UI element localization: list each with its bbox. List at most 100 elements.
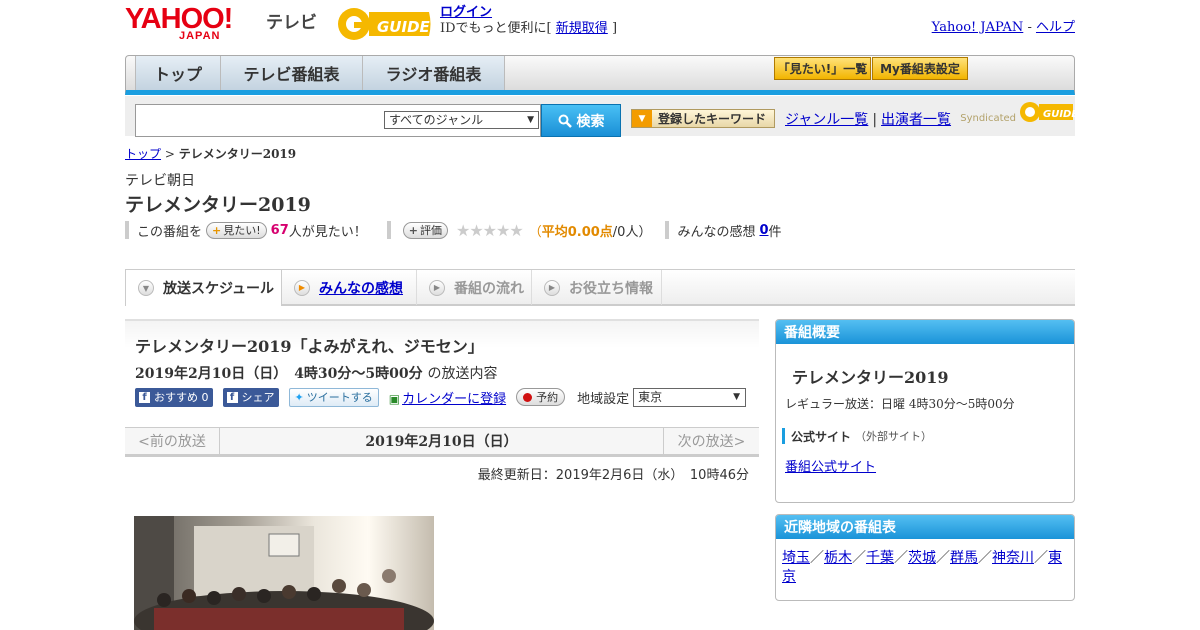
header: YAHOO! JAPAN テレビ GUIDE ログイン IDでもっと便利に[ 新… xyxy=(125,0,1075,50)
tab-schedule[interactable]: ▼ 放送スケジュール xyxy=(125,269,282,306)
facebook-icon: f xyxy=(226,391,238,403)
region-link-chiba[interactable]: 千葉 xyxy=(866,550,894,566)
nav-tab-radio-schedule[interactable]: ラジオ番組表 xyxy=(363,56,505,90)
next-broadcast-button[interactable]: 次の放送> xyxy=(663,428,759,454)
page-title: テレメンタリー2019 xyxy=(125,194,311,216)
search-links: ジャンル一覧 | 出演者一覧 xyxy=(785,109,951,129)
want-suffix: 人が見たい！ xyxy=(288,224,367,240)
official-site-heading: 公式サイト （外部サイト） xyxy=(782,428,932,444)
search-bar: すべてのジャンル ▼ 検索 ▼ 登録したキーワード ジャンル一覧 | 出演者一覧 S… xyxy=(125,96,1075,137)
official-site-link[interactable]: 番組公式サイト xyxy=(785,456,876,475)
tweet-label: ツイートする xyxy=(306,391,373,404)
region-separator: ／ xyxy=(1034,550,1048,566)
prev-broadcast-button[interactable]: <前の放送 xyxy=(125,428,220,454)
svg-text:GUIDE: GUIDE xyxy=(1043,109,1075,120)
region-link-saitama[interactable]: 埼玉 xyxy=(782,550,810,566)
chevron-right-icon: ▶ xyxy=(294,279,310,296)
want-to-watch-button[interactable]: + 見たい! xyxy=(206,221,267,239)
review-count-link[interactable]: 0 xyxy=(759,223,768,238)
tweet-button[interactable]: ✦ ツイートする xyxy=(288,387,379,407)
region-link-gunma[interactable]: 群馬 xyxy=(950,550,978,566)
login-box: ログイン IDでもっと便利に[ 新規取得 ] xyxy=(440,5,617,37)
avg-open: （ xyxy=(528,224,542,240)
episode-datetime-suffix: の放送内容 xyxy=(427,366,498,382)
avg-people: /0人） xyxy=(612,224,652,240)
broadcast-date-nav: <前の放送 2019年2月10日（日） 次の放送> xyxy=(125,427,759,457)
divider xyxy=(386,221,391,239)
current-broadcast-date: 2019年2月10日（日） xyxy=(365,434,518,450)
episode-photo xyxy=(134,516,434,630)
help-link[interactable]: ヘルプ xyxy=(1036,20,1075,35)
genre-select[interactable]: すべてのジャンル ▼ xyxy=(384,111,539,129)
facebook-share-button[interactable]: f シェア xyxy=(222,387,279,407)
chevron-right-icon: ▶ xyxy=(429,279,445,296)
yahoo-japan-logo[interactable]: YAHOO! JAPAN xyxy=(125,5,233,43)
gguide-logo-icon[interactable]: GUIDE xyxy=(335,6,433,42)
performer-list-link[interactable]: 出演者一覧 xyxy=(881,112,951,128)
nearby-regions-panel: 近隣地域の番組表 埼玉／栃木／千葉／茨城／群馬／神奈川／東京 xyxy=(775,514,1075,601)
search-icon xyxy=(558,114,572,128)
breadcrumb: トップ > テレメンタリー2019 xyxy=(125,145,296,162)
tab-program-flow[interactable]: ▶ 番組の流れ xyxy=(417,270,532,305)
login-prompt: IDでもっと便利に[ xyxy=(440,21,552,36)
region-link-ibaraki[interactable]: 茨城 xyxy=(908,550,936,566)
facebook-recommend-button[interactable]: f おすすめ 0 xyxy=(135,387,213,407)
nav-tab-top[interactable]: トップ xyxy=(135,56,221,90)
program-tabs: ▼ 放送スケジュール ▶ みんなの感想 ▶ 番組の流れ ▶ お役立ち情報 xyxy=(125,269,1075,306)
tab-label: お役立ち情報 xyxy=(569,280,653,297)
region-link-kanagawa[interactable]: 神奈川 xyxy=(992,550,1034,566)
rate-button-label: 評価 xyxy=(419,224,442,237)
plus-icon: + xyxy=(408,223,418,237)
divider xyxy=(125,221,129,239)
facebook-icon: f xyxy=(139,391,150,403)
link-separator: | xyxy=(872,112,878,128)
want-count: 67 xyxy=(270,222,289,238)
syndicated-badge: Syndicated GUIDE xyxy=(960,100,1075,124)
breadcrumb-separator: > xyxy=(164,147,175,161)
select-arrow-icon: ▼ xyxy=(527,115,534,125)
divider xyxy=(665,221,670,239)
header-link-separator: - xyxy=(1027,20,1032,35)
nav-tab-tv-schedule[interactable]: テレビ番組表 xyxy=(221,56,363,90)
want-prefix: この番組を xyxy=(137,224,203,240)
add-to-calendar-link[interactable]: ▣ カレンダーに登録 xyxy=(389,388,506,407)
reserve-label: 予約 xyxy=(536,391,559,404)
review-prefix: みんなの感想 xyxy=(677,224,756,240)
want-list-button[interactable]: 「見たい!」一覧 xyxy=(774,57,871,80)
fb-share-label: シェア xyxy=(241,391,275,404)
keyword-button-label: 登録したキーワード xyxy=(658,112,767,126)
fb-recommend-label: おすすめ 0 xyxy=(154,391,209,404)
service-name: テレビ xyxy=(266,13,317,33)
yahoo-japan-link[interactable]: Yahoo! JAPAN xyxy=(932,20,1024,35)
star-rating-icon: ★★★★★ xyxy=(455,220,524,240)
breadcrumb-top[interactable]: トップ xyxy=(125,147,161,161)
region-separator: ／ xyxy=(978,550,992,566)
genre-select-value: すべてのジャンル xyxy=(389,113,484,127)
last-updated: 最終更新日：2019年2月6日（水） 10時46分 xyxy=(477,468,749,483)
search-button-label: 検索 xyxy=(576,113,605,130)
syndicated-text: Syndicated xyxy=(960,113,1016,124)
region-separator: ／ xyxy=(936,550,950,566)
my-schedule-button[interactable]: My番組表設定 xyxy=(872,57,968,80)
signup-link[interactable]: 新規取得 xyxy=(556,21,608,36)
share-row: f おすすめ 0 f シェア ✦ ツイートする ▣ カレンダーに登録 予約 地域設定 東… xyxy=(135,387,747,407)
tab-label: みんなの感想 xyxy=(319,280,403,297)
registered-keyword-button[interactable]: ▼ 登録したキーワード xyxy=(631,109,775,128)
region-separator: ／ xyxy=(894,550,908,566)
region-select[interactable]: 東京 ▼ xyxy=(633,387,747,407)
rate-button[interactable]: + 評価 xyxy=(402,221,448,239)
region-link-tochigi[interactable]: 栃木 xyxy=(824,550,852,566)
search-button[interactable]: 検索 xyxy=(541,104,621,137)
tab-useful-info[interactable]: ▶ お役立ち情報 xyxy=(532,270,662,305)
login-link[interactable]: ログイン xyxy=(440,5,492,20)
overview-heading: 番組概要 xyxy=(776,320,1074,344)
program-overview-panel: 番組概要 テレメンタリー2019 レギュラー放送：日曜 4時30分～5時00分 … xyxy=(775,319,1075,503)
genre-list-link[interactable]: ジャンル一覧 xyxy=(785,112,868,128)
reserve-button[interactable]: 予約 xyxy=(516,388,566,406)
review-suffix: 件 xyxy=(768,224,782,240)
region-separator: ／ xyxy=(852,550,866,566)
episode-title: テレメンタリー2019「よみがえれ、ジモセン」 xyxy=(135,337,484,356)
tab-reviews[interactable]: ▶ みんなの感想 xyxy=(282,270,417,305)
avg-score: 平均0.00点 xyxy=(541,224,613,240)
twitter-bird-icon: ✦ xyxy=(294,390,304,404)
